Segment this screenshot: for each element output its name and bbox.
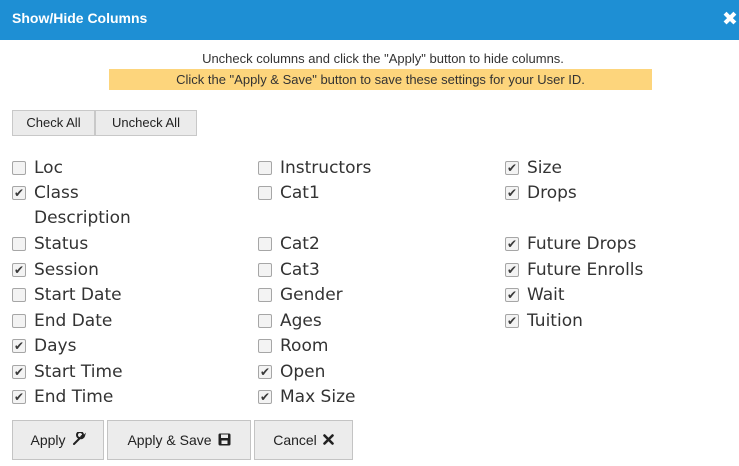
save-note-text: Click the "Apply & Save" button to save … [109,69,652,90]
apply-label: Apply [30,432,66,448]
checkbox[interactable] [12,237,26,251]
column-option-label: Cat2 [280,234,320,254]
column-option-label: End Time [34,387,114,407]
column-option-label: Ages [280,311,322,331]
column-option-future-drops[interactable]: Future Drops [505,232,725,257]
column-option-start-time[interactable]: Start Time [12,360,212,385]
column-option-loc[interactable]: Loc [12,156,212,181]
uncheck-all-button[interactable]: Uncheck All [95,110,197,136]
cancel-button[interactable]: Cancel [254,420,353,460]
checkbox[interactable] [258,387,272,407]
checkbox[interactable] [12,260,26,280]
column-option-label: Status [34,234,89,254]
apply-save-label: Apply & Save [127,432,212,448]
column-option-label: Class Description [34,183,131,228]
column-option-cat1[interactable]: Cat1 [258,181,458,206]
close-icon [322,433,334,447]
checkbox[interactable] [12,183,26,203]
checkbox[interactable] [12,314,26,328]
column-option-label: Start Date [34,285,122,305]
save-icon [218,433,231,448]
checkbox[interactable] [12,161,26,175]
column-option-status[interactable]: Status [12,232,212,257]
column-option-label: Tuition [527,311,583,331]
column-option-label: Size [527,158,562,178]
checkbox[interactable] [258,362,272,382]
column-option-label: Cat1 [280,183,320,203]
column-option-session[interactable]: Session [12,258,212,283]
column-option-label: Instructors [280,158,372,178]
column-option-label: Cat3 [280,260,320,280]
column-option-tuition[interactable]: Tuition [505,309,725,334]
column-option-label: Days [34,336,77,356]
checkbox[interactable] [258,339,272,353]
column-option-future-enrolls[interactable]: Future Enrolls [505,258,725,283]
column-option-open[interactable]: Open [258,360,458,385]
checkbox[interactable] [258,288,272,302]
column-option-label: Wait [527,285,565,305]
column-option-label: Loc [34,158,63,178]
column-option-cat2[interactable]: Cat2 [258,232,458,257]
close-icon[interactable]: ✖ [722,7,738,31]
column-option-ages[interactable]: Ages [258,309,458,334]
column-option-cat3[interactable]: Cat3 [258,258,458,283]
column-option-label: Open [280,362,326,382]
column-option-class-description[interactable]: Class Description [12,181,172,231]
column-option-gender[interactable]: Gender [258,283,458,308]
column-option-start-date[interactable]: Start Date [12,283,212,308]
checkbox[interactable] [505,183,519,203]
cancel-label: Cancel [273,432,317,448]
checkbox[interactable] [258,263,272,277]
column-option-size[interactable]: Size [505,156,725,181]
column-option-label: Max Size [280,387,356,407]
column-option-label: End Date [34,311,113,331]
check-all-button[interactable]: Check All [12,110,95,136]
column-option-max-size[interactable]: Max Size [258,385,458,410]
column-option-label: Future Enrolls [527,260,644,280]
checkbox[interactable] [12,336,26,356]
dialog-title: Show/Hide Columns [12,10,148,26]
dialog-titlebar: Show/Hide Columns ✖ [0,0,739,40]
column-option-wait[interactable]: Wait [505,283,725,308]
column-option-label: Drops [527,183,577,203]
checkbox[interactable] [258,314,272,328]
column-option-end-time[interactable]: End Time [12,385,212,410]
column-option-days[interactable]: Days [12,334,212,359]
checkbox[interactable] [12,362,26,382]
checkbox[interactable] [505,311,519,331]
column-option-end-date[interactable]: End Date [12,309,212,334]
column-option-label: Session [34,260,99,280]
column-option-label: Future Drops [527,234,637,254]
checkbox[interactable] [505,234,519,254]
checkbox[interactable] [12,387,26,407]
apply-save-button[interactable]: Apply & Save [107,420,251,460]
checkbox[interactable] [258,161,272,175]
instruction-text: Uncheck columns and click the "Apply" bu… [202,51,564,66]
column-option-label: Room [280,336,329,356]
column-option-instructors[interactable]: Instructors [258,156,458,181]
column-option-label: Start Time [34,362,123,382]
checkbox[interactable] [12,288,26,302]
checkbox[interactable] [258,237,272,251]
checkbox[interactable] [505,158,519,178]
checkbox[interactable] [505,285,519,305]
column-option-label: Gender [280,285,343,305]
checkbox[interactable] [258,186,272,200]
column-option-drops[interactable]: Drops [505,181,725,206]
apply-button[interactable]: Apply [12,420,104,460]
wrench-icon [72,431,86,448]
checkbox[interactable] [505,260,519,280]
column-option-room[interactable]: Room [258,334,458,359]
